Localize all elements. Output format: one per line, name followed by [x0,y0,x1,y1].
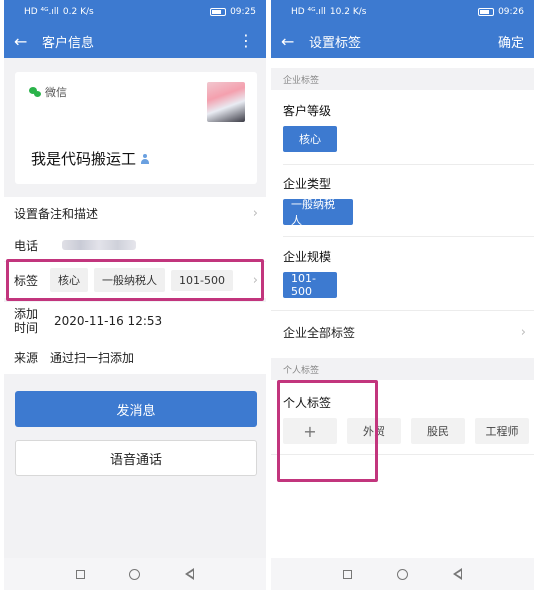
nickname: 我是代码搬运工 [31,148,150,169]
add-tag-button[interactable]: + [283,418,337,444]
divider [271,310,534,311]
home-icon[interactable] [129,568,141,580]
status-bar: HD ⁴ᴳ.ıll 0.2 K/s 09:25 [4,0,266,24]
group-title-level: 客户等级 [283,104,332,118]
status-bar: HD ⁴ᴳ.ıll 10.2 K/s 09:26 [271,0,534,24]
added-time-value: 2020-11-16 12:53 [54,314,163,328]
back-arrow-icon[interactable]: ← [14,32,34,51]
enterprise-tags-section: 企业标签 [271,68,534,90]
source-app-label: 微信 [45,86,67,99]
home-icon[interactable] [396,568,408,580]
confirm-button[interactable]: 确定 [498,32,524,51]
send-message-button[interactable]: 发消息 [15,391,257,427]
source-row: 来源 通过扫一扫添加 [4,340,266,374]
customer-info-screen: HD ⁴ᴳ.ıll 0.2 K/s 09:25 ← 客户信息 ⋮ 微信 我是代码… [4,0,266,590]
remark-row[interactable]: 设置备注和描述 › [4,197,266,229]
clock: 09:26 [498,7,524,17]
source-value: 通过扫一扫添加 [50,350,135,365]
chevron-right-icon: › [252,205,258,221]
set-tags-screen: HD ⁴ᴳ.ıll 10.2 K/s 09:26 ← 设置标签 确定 企业标签 … [271,0,534,590]
voice-call-button[interactable]: 语音通话 [15,440,257,476]
carrier-signal: HD ⁴ᴳ.ıll [24,7,59,17]
recent-apps-icon[interactable] [76,569,86,579]
profile-card: 微信 我是代码搬运工 [15,72,257,184]
more-vert-icon[interactable]: ⋮ [238,33,254,49]
back-arrow-icon[interactable]: ← [281,32,301,51]
app-bar: ← 客户信息 ⋮ [4,24,266,58]
all-enterprise-tags-row[interactable]: 企业全部标签 › [271,312,534,352]
phone-number-redacted [62,240,137,250]
tags-label: 标签 [14,273,39,288]
tag-chip: 核心 [50,268,89,292]
added-time-row: 添加 时间 2020-11-16 12:53 [4,302,266,340]
carrier-signal: HD ⁴ᴳ.ıll [291,7,326,17]
plus-icon: + [303,421,317,441]
nav-back-icon[interactable] [184,568,194,580]
network-speed: 10.2 K/s [329,7,367,17]
tag-general-taxpayer[interactable]: 一般纳税人 [283,198,353,227]
network-speed: 0.2 K/s [62,7,94,17]
divider [283,164,534,165]
personal-tag[interactable]: 外贸 [347,418,401,444]
phone-row: 电话 [4,229,266,261]
clock: 09:25 [230,7,256,17]
personal-tag[interactable]: 工程师 [475,418,529,444]
divider [271,454,534,455]
app-bar: ← 设置标签 确定 [271,24,534,58]
personal-tags-section: 个人标签 [271,358,534,380]
phone-label: 电话 [14,238,39,253]
personal-tag[interactable]: 股民 [411,418,465,444]
tag-core[interactable]: 核心 [283,126,337,152]
nav-back-icon[interactable] [452,568,462,580]
source-label: 来源 [14,350,39,365]
group-title-size: 企业规模 [283,250,332,264]
wechat-icon [29,87,41,97]
tag-size-101-500[interactable]: 101-500 [283,272,337,298]
system-nav-bar [4,558,266,590]
tag-chip: 101-500 [171,269,233,291]
nickname-text: 我是代码搬运工 [31,150,137,168]
remark-label: 设置备注和描述 [14,206,99,221]
all-tags-label: 企业全部标签 [283,325,356,340]
personal-tags-title: 个人标签 [283,396,332,410]
page-title: 客户信息 [42,35,95,51]
group-title-type: 企业类型 [283,177,332,191]
divider [283,236,534,237]
page-title: 设置标签 [309,35,362,51]
added-time-label: 添加 时间 [14,307,39,335]
recent-apps-icon[interactable] [343,569,353,579]
chevron-right-icon: › [520,324,526,340]
system-nav-bar [271,558,534,590]
avatar[interactable] [207,82,245,122]
battery-icon [210,8,227,16]
source-app: 微信 [29,84,67,100]
person-icon [140,153,150,164]
chevron-right-icon: › [252,272,258,288]
tag-chip: 一般纳税人 [94,268,166,292]
tags-row[interactable]: 标签 核心 一般纳税人 101-500 › [4,262,266,298]
battery-icon [478,8,495,16]
